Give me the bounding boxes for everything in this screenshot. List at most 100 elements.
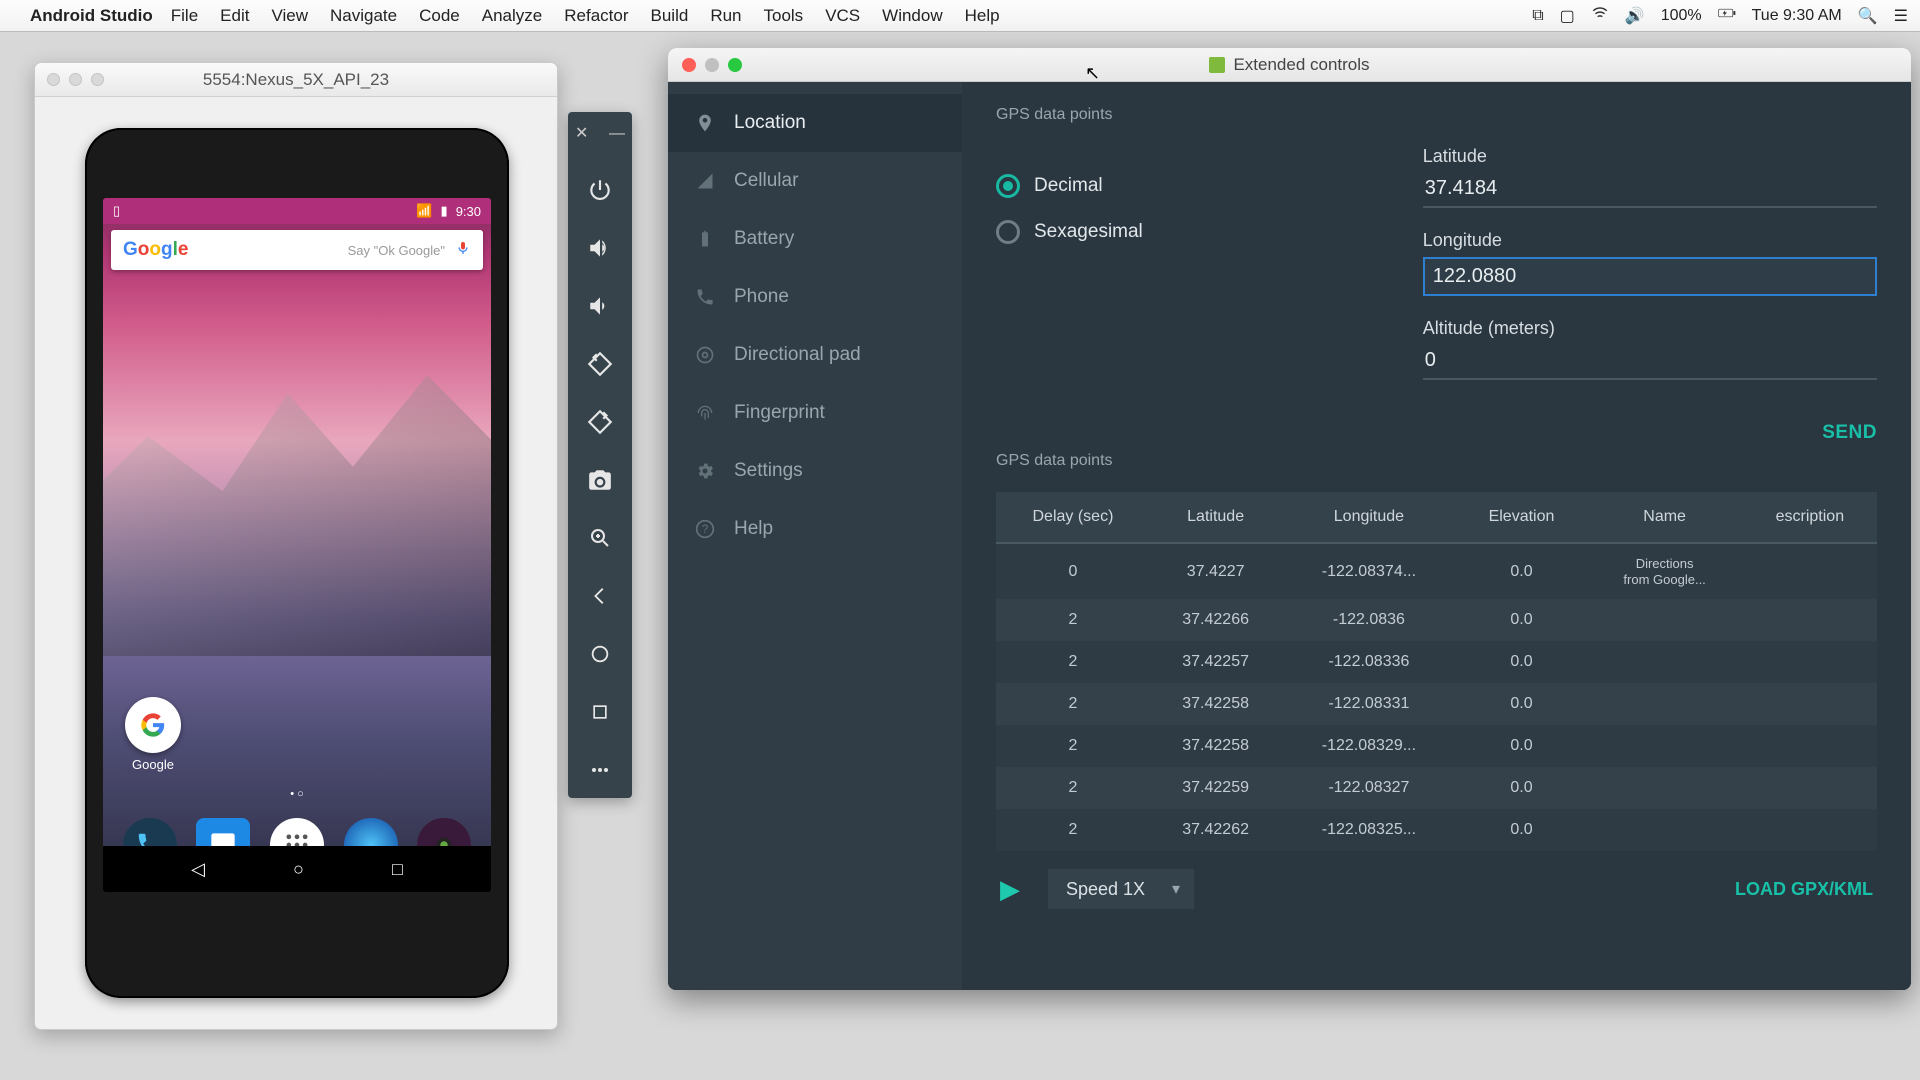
help-icon: ? (694, 518, 716, 540)
send-button[interactable]: SEND (1822, 422, 1877, 444)
menu-analyze[interactable]: Analyze (482, 6, 542, 26)
th-desc[interactable]: escription (1743, 492, 1877, 543)
table-cell (1743, 641, 1877, 683)
speed-select-wrap[interactable]: Speed 1X (1048, 869, 1194, 909)
radio-decimal[interactable]: Decimal (996, 174, 1143, 198)
th-name[interactable]: Name (1586, 492, 1742, 543)
toolbar-minimize-icon[interactable]: — (609, 126, 625, 142)
menu-tools[interactable]: Tools (764, 6, 804, 26)
emulator-traffic-lights[interactable] (47, 73, 104, 86)
ext-min-dot[interactable] (705, 58, 719, 72)
ext-close-dot[interactable] (682, 58, 696, 72)
rotate-left-icon[interactable] (586, 350, 614, 378)
th-delay[interactable]: Delay (sec) (996, 492, 1150, 543)
table-row[interactable]: 037.4227-122.08374...0.0Directionsfrom G… (996, 543, 1877, 599)
sidebar-item-phone[interactable]: Phone (668, 268, 962, 326)
menu-run[interactable]: Run (710, 6, 741, 26)
table-row[interactable]: 237.42258-122.08329...0.0 (996, 725, 1877, 767)
power-icon[interactable] (586, 176, 614, 204)
close-dot[interactable] (47, 73, 60, 86)
zoom-icon[interactable] (586, 524, 614, 552)
table-cell: 0.0 (1457, 641, 1587, 683)
speed-select[interactable]: Speed 1X (1048, 869, 1194, 909)
rotate-right-icon[interactable] (586, 408, 614, 436)
wifi-icon[interactable] (1591, 4, 1609, 27)
mic-icon[interactable] (455, 240, 471, 261)
google-app-icon[interactable] (125, 697, 181, 753)
menu-edit[interactable]: Edit (220, 6, 249, 26)
menu-window[interactable]: Window (882, 6, 942, 26)
sidebar-item-fingerprint[interactable]: Fingerprint (668, 384, 962, 442)
table-cell: 2 (996, 809, 1150, 851)
google-search-bar[interactable]: Google Say "Ok Google" (111, 230, 483, 270)
back-icon[interactable] (586, 582, 614, 610)
latitude-input[interactable] (1423, 173, 1877, 208)
menu-file[interactable]: File (171, 6, 198, 26)
menu-build[interactable]: Build (651, 6, 689, 26)
table-header-row: Delay (sec) Latitude Longitude Elevation… (996, 492, 1877, 543)
menu-code[interactable]: Code (419, 6, 460, 26)
more-icon[interactable] (586, 756, 614, 784)
table-row[interactable]: 237.42266-122.08360.0 (996, 599, 1877, 641)
menu-view[interactable]: View (271, 6, 308, 26)
volume-up-icon[interactable] (586, 234, 614, 262)
play-button[interactable]: ▶ (1000, 874, 1020, 905)
extended-titlebar[interactable]: Extended controls (668, 48, 1911, 82)
toolbar-close-icon[interactable]: ✕ (575, 126, 591, 142)
battery-icon[interactable] (1718, 4, 1736, 27)
airplay-icon[interactable]: ▢ (1560, 6, 1575, 26)
longitude-input[interactable] (1423, 257, 1877, 296)
sidebar-item-battery[interactable]: Battery (668, 210, 962, 268)
table-cell (1743, 543, 1877, 599)
table-row[interactable]: 237.42259-122.083270.0 (996, 767, 1877, 809)
menu-refactor[interactable]: Refactor (564, 6, 628, 26)
sidebar-item-cellular[interactable]: Cellular (668, 152, 962, 210)
menu-navigate[interactable]: Navigate (330, 6, 397, 26)
extended-sidebar: Location Cellular Battery Phone Directio… (668, 82, 962, 990)
phone-clock: 9:30 (456, 204, 481, 219)
nav-back-icon[interactable]: ◁ (191, 859, 205, 880)
radio-sexagesimal[interactable]: Sexagesimal (996, 220, 1143, 244)
table-row[interactable]: 237.42258-122.083310.0 (996, 683, 1877, 725)
overview-icon[interactable] (586, 698, 614, 726)
phone-screen[interactable]: ▯ 📶 ▮ 9:30 Google Say "Ok Google" Google… (103, 198, 491, 892)
nav-home-icon[interactable]: ○ (293, 859, 304, 880)
table-cell (1743, 767, 1877, 809)
home-icon[interactable] (586, 640, 614, 668)
load-gpx-button[interactable]: LOAD GPX/KML (1735, 879, 1873, 900)
sidebar-item-dpad[interactable]: Directional pad (668, 326, 962, 384)
altitude-input[interactable] (1423, 345, 1877, 380)
table-row[interactable]: 237.42257-122.083360.0 (996, 641, 1877, 683)
signal-icon: 📶 (416, 203, 432, 219)
ext-max-dot[interactable] (728, 58, 742, 72)
th-elev[interactable]: Elevation (1457, 492, 1587, 543)
volume-down-icon[interactable] (586, 292, 614, 320)
th-lon[interactable]: Longitude (1281, 492, 1456, 543)
th-lat[interactable]: Latitude (1150, 492, 1281, 543)
hamburger-icon[interactable]: ☰ (1894, 6, 1908, 26)
min-dot[interactable] (69, 73, 82, 86)
menu-help[interactable]: Help (965, 6, 1000, 26)
screenshot-icon[interactable] (586, 466, 614, 494)
sidebar-label: Directional pad (734, 344, 861, 366)
emulator-titlebar[interactable]: 5554:Nexus_5X_API_23 (35, 63, 557, 97)
extended-title: Extended controls (1233, 55, 1369, 75)
menubar-clock[interactable]: Tue 9:30 AM (1752, 7, 1842, 25)
table-row[interactable]: 237.42262-122.08325...0.0 (996, 809, 1877, 851)
table-cell: 37.42258 (1150, 683, 1281, 725)
spotlight-icon[interactable]: 🔍 (1858, 6, 1878, 26)
sidebar-item-location[interactable]: Location (668, 94, 962, 152)
sidebar-item-help[interactable]: ?Help (668, 500, 962, 558)
google-app-shortcut[interactable]: Google (125, 697, 181, 772)
extended-app-icon (1209, 57, 1225, 73)
screencast-icon[interactable]: ⧉ (1532, 7, 1543, 25)
nav-recent-icon[interactable]: □ (392, 859, 403, 880)
altitude-label: Altitude (meters) (1423, 318, 1877, 339)
sidebar-item-settings[interactable]: Settings (668, 442, 962, 500)
menu-vcs[interactable]: VCS (825, 6, 860, 26)
volume-icon[interactable]: 🔊 (1625, 6, 1645, 26)
app-name[interactable]: Android Studio (30, 6, 153, 26)
battery-phone-icon: ▮ (441, 203, 448, 219)
max-dot[interactable] (91, 73, 104, 86)
latitude-field: Latitude (1423, 146, 1877, 208)
